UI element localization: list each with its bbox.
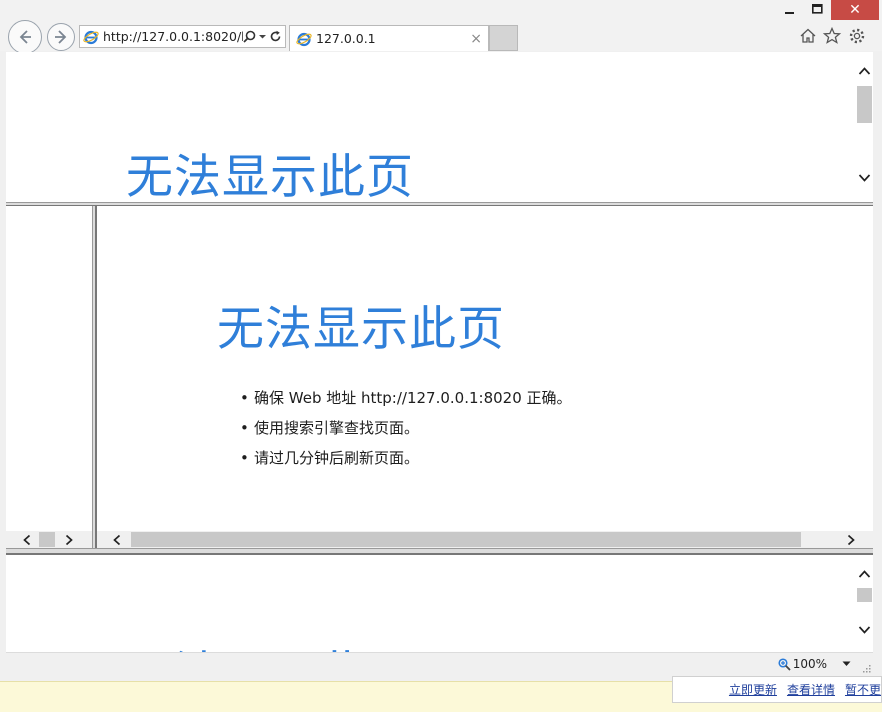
error-tips-list: 确保 Web 地址 http://127.0.0.1:8020 正确。 使用搜索… <box>240 383 572 473</box>
frame-divider[interactable] <box>6 548 873 555</box>
scroll-up-icon[interactable] <box>858 569 871 579</box>
scroll-thumb[interactable] <box>857 86 872 123</box>
ie-logo-icon <box>83 30 99 44</box>
update-now-link[interactable]: 立即更新 <box>729 681 777 698</box>
tab-current[interactable]: 127.0.0.1 × <box>289 25 489 51</box>
top-frame: 无法显示此页 <box>6 52 856 202</box>
tab-title: 127.0.0.1 <box>316 31 376 46</box>
scroll-up-icon[interactable] <box>858 66 871 76</box>
chevron-down-icon[interactable] <box>842 661 851 667</box>
close-window-button[interactable]: ✕ <box>831 0 879 20</box>
left-frame <box>6 206 92 531</box>
new-tab-button[interactable] <box>489 25 518 51</box>
scroll-right-icon[interactable] <box>64 534 74 546</box>
address-bar[interactable]: http://127.0.0.1:8020/h <box>79 25 286 48</box>
favorites-star-icon[interactable] <box>822 26 842 46</box>
scroll-right-icon[interactable] <box>846 534 856 546</box>
error-heading: 无法显示此页 <box>217 302 505 357</box>
home-icon[interactable] <box>798 26 818 46</box>
arrow-right-icon <box>55 30 67 44</box>
status-bar: 100% <box>6 652 873 676</box>
maximize-icon <box>811 4 823 14</box>
ie-logo-icon <box>296 32 312 46</box>
chevron-down-icon[interactable] <box>258 32 267 41</box>
main-frame: 无法显示此页 确保 Web 地址 http://127.0.0.1:8020 正… <box>97 206 873 531</box>
scroll-thumb[interactable] <box>39 532 55 547</box>
address-input[interactable]: http://127.0.0.1:8020/h <box>103 29 243 44</box>
left-frame-horizontal-scrollbar[interactable] <box>6 531 92 548</box>
maximize-button[interactable] <box>805 0 829 18</box>
scroll-thumb[interactable] <box>131 532 801 547</box>
close-tab-icon[interactable]: × <box>470 31 482 47</box>
forward-button[interactable] <box>47 23 75 51</box>
top-frame-vertical-scrollbar[interactable] <box>856 52 873 202</box>
view-details-link[interactable]: 查看详情 <box>787 681 835 698</box>
window-border <box>873 52 882 676</box>
refresh-icon[interactable] <box>269 30 282 43</box>
not-now-link[interactable]: 暂不更 <box>845 681 881 698</box>
scroll-left-icon[interactable] <box>22 534 32 546</box>
back-button[interactable] <box>8 20 42 54</box>
minimize-button[interactable] <box>778 0 802 18</box>
zoom-level: 100% <box>792 657 827 671</box>
bottom-frame-vertical-scrollbar[interactable] <box>856 555 873 652</box>
error-heading: 无法显示此页 <box>126 635 414 652</box>
scroll-thumb[interactable] <box>857 588 872 602</box>
scroll-down-icon[interactable] <box>858 173 871 183</box>
minimize-icon <box>785 12 794 14</box>
scroll-left-icon[interactable] <box>112 534 122 546</box>
arrow-left-icon <box>19 30 31 44</box>
error-heading: 无法显示此页 <box>126 150 414 202</box>
bottom-frame: 无法显示此页 <box>6 555 856 652</box>
main-frame-horizontal-scrollbar[interactable] <box>97 531 873 548</box>
scroll-down-icon[interactable] <box>858 625 871 635</box>
resize-grip-icon[interactable] <box>861 663 871 673</box>
list-item: 确保 Web 地址 http://127.0.0.1:8020 正确。 <box>240 383 572 413</box>
zoom-icon <box>778 657 791 671</box>
zoom-control[interactable]: 100% <box>778 657 827 671</box>
list-item: 请过几分钟后刷新页面。 <box>240 443 572 473</box>
search-icon[interactable] <box>243 30 256 43</box>
gear-icon[interactable] <box>847 26 867 46</box>
notification-actions: 立即更新 查看详情 暂不更 <box>672 676 882 703</box>
list-item: 使用搜索引擎查找页面。 <box>240 413 572 443</box>
